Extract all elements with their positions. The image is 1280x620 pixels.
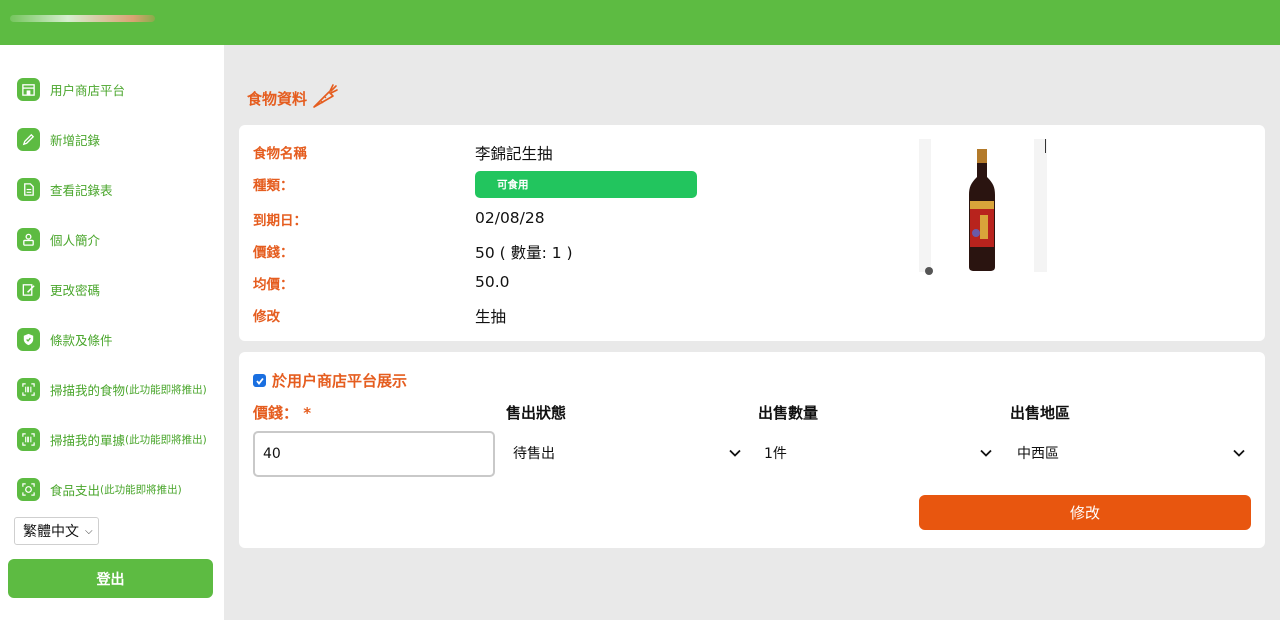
sale-region-label: 出售地區 xyxy=(1010,404,1071,422)
sidebar-item-add-record[interactable]: 新增記錄 xyxy=(17,126,100,152)
sidebar-item-label: 查看記錄表 xyxy=(50,182,113,198)
sidebar-item-user-store[interactable]: 用户商店平台 xyxy=(17,76,125,102)
listing-card: 於用户商店平台展示 價錢： * 售出狀態 出售數量 出售地區 待售出 1件 中西… xyxy=(239,352,1265,548)
sale-status-value: 待售出 xyxy=(513,446,555,462)
plate-icon xyxy=(17,477,40,501)
edit-password-icon xyxy=(17,277,40,301)
category-badge: 可食用 xyxy=(475,171,697,198)
sidebar-item-food-expense[interactable]: 食品支出 (此功能即將推出) xyxy=(17,476,182,502)
sidebar-item-terms[interactable]: 條款及條件 xyxy=(17,326,113,352)
expiry-label: 到期日： xyxy=(253,213,307,229)
sale-quantity-label: 出售數量 xyxy=(758,404,819,422)
show-in-store-toggle[interactable]: 於用户商店平台展示 xyxy=(253,370,407,391)
average-price-label: 均價： xyxy=(253,277,294,293)
sale-quantity-select[interactable]: 1件 xyxy=(756,438,992,468)
price-label: 價錢： xyxy=(253,245,294,261)
sale-price-label: 價錢： * xyxy=(253,402,311,423)
soy-sauce-bottle-image xyxy=(969,149,995,271)
sidebar-item-label: 食品支出 xyxy=(50,482,101,498)
sidebar-item-label: 用户商店平台 xyxy=(50,82,126,98)
food-name-value: 李錦記生抽 xyxy=(475,145,553,163)
sale-region-select[interactable]: 中西區 xyxy=(1009,438,1245,468)
food-name-label: 食物名稱 xyxy=(253,146,307,162)
required-mark: * xyxy=(303,404,312,422)
sidebar-item-view-records[interactable]: 查看記錄表 xyxy=(17,176,113,202)
image-handle[interactable] xyxy=(925,267,933,275)
language-value: 繁體中文 xyxy=(23,524,79,540)
remark-label: 修改 xyxy=(253,309,280,325)
chevron-down-icon xyxy=(729,445,741,461)
sidebar-item-label: 掃描我的單據 xyxy=(50,432,126,448)
coming-soon-note: (此功能即將推出) xyxy=(125,433,207,446)
page-title-text: 食物資料 xyxy=(247,89,308,108)
sidebar-item-label: 更改密碼 xyxy=(50,282,101,298)
category-label: 種類： xyxy=(253,178,294,194)
sidebar-item-label: 條款及條件 xyxy=(50,332,113,348)
average-price-value: 50.0 xyxy=(475,273,510,291)
expiry-value: 02/08/28 xyxy=(475,209,545,227)
sidebar-item-change-password[interactable]: 更改密碼 xyxy=(17,276,100,302)
page-title: 食物資料 xyxy=(247,82,339,114)
store-icon xyxy=(17,77,40,101)
chevron-down-icon xyxy=(980,445,992,461)
sale-status-select[interactable]: 待售出 xyxy=(505,438,741,468)
food-info-card: 食物名稱 李錦記生抽 種類： 可食用 到期日： 02/08/28 價錢： 50 … xyxy=(239,125,1265,341)
barcode-icon xyxy=(17,377,40,401)
remark-value: 生抽 xyxy=(475,308,507,326)
sale-region-value: 中西區 xyxy=(1017,446,1059,462)
profile-icon xyxy=(17,227,40,251)
sidebar-item-profile[interactable]: 個人簡介 xyxy=(17,226,100,252)
show-in-store-checkbox[interactable] xyxy=(253,374,266,387)
shield-icon xyxy=(17,327,40,351)
document-icon xyxy=(17,177,40,201)
sale-status-label: 售出狀態 xyxy=(506,404,567,422)
update-button[interactable]: 修改 xyxy=(919,495,1251,530)
logo[interactable] xyxy=(10,15,155,22)
sidebar-item-label: 新增記錄 xyxy=(50,132,101,148)
sale-quantity-value: 1件 xyxy=(764,446,787,462)
chevron-down-icon xyxy=(1233,445,1245,461)
sidebar-item-scan-receipt[interactable]: 掃描我的單據 (此功能即將推出) xyxy=(17,426,207,452)
barcode-icon xyxy=(17,427,40,451)
coming-soon-note: (此功能即將推出) xyxy=(125,383,207,396)
chevron-down-icon: ⌵ xyxy=(85,525,93,537)
sidebar-item-label: 個人簡介 xyxy=(50,232,101,248)
food-photo-frame xyxy=(931,139,1034,272)
sidebar-item-scan-food[interactable]: 掃描我的食物 (此功能即將推出) xyxy=(17,376,207,402)
food-photo xyxy=(919,139,1047,275)
price-value: 50 ( 數量: 1 ) xyxy=(475,244,573,262)
top-bar xyxy=(0,0,1280,45)
language-select[interactable]: 繁體中文 ⌵ xyxy=(14,517,99,545)
coming-soon-note: (此功能即將推出) xyxy=(100,483,182,496)
sale-price-input[interactable] xyxy=(253,431,495,477)
sidebar-item-label: 掃描我的食物 xyxy=(50,382,126,398)
show-in-store-label: 於用户商店平台展示 xyxy=(272,372,408,390)
carrot-icon xyxy=(307,82,339,114)
text-cursor xyxy=(1045,139,1046,153)
pencil-icon xyxy=(17,127,40,151)
sale-price-label-text: 價錢： xyxy=(253,404,299,422)
logout-button[interactable]: 登出 xyxy=(8,559,213,598)
